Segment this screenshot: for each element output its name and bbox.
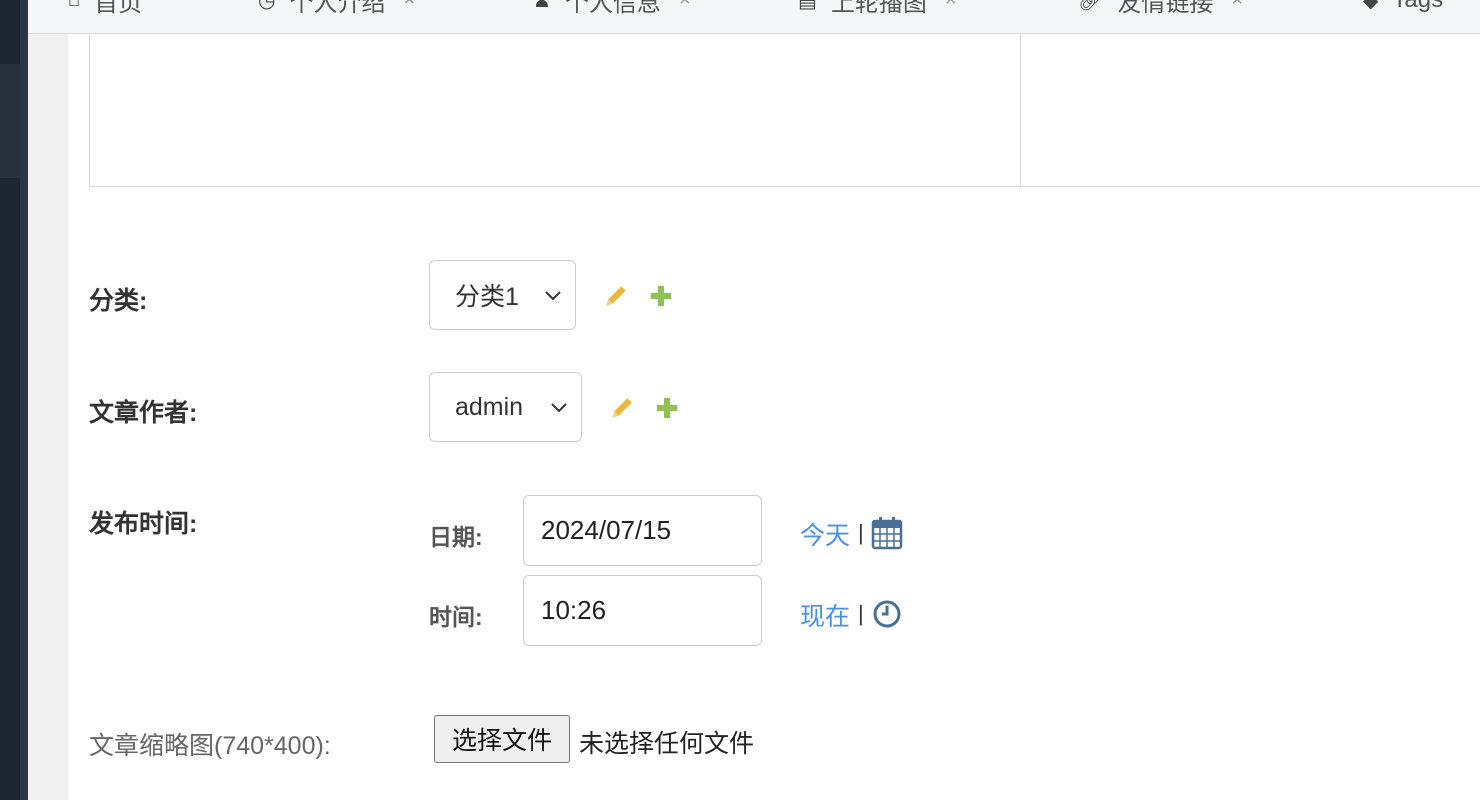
sidebar	[0, 0, 20, 800]
add-category-icon[interactable]	[650, 285, 672, 307]
category-select[interactable]: 分类1	[429, 260, 576, 330]
main-content: 分类: 分类1 文章作者: admin 发布时间: 日期: 2024/07/15…	[68, 34, 1480, 800]
image-icon: ▤	[798, 0, 817, 12]
time-input-value: 10:26	[541, 595, 607, 625]
file-status: 未选择任何文件	[579, 730, 755, 758]
edit-author-icon[interactable]	[609, 395, 635, 421]
editor-divider	[1020, 34, 1021, 186]
rich-text-editor[interactable]	[89, 34, 1480, 187]
sidebar-active-item[interactable]	[0, 64, 20, 178]
tab-label: 个人介绍	[289, 0, 386, 17]
separator: |	[858, 601, 864, 626]
chevron-down-icon	[545, 291, 561, 301]
clock-icon: ◷	[258, 0, 276, 12]
tab-home[interactable]: ⌂ 首页	[68, 0, 142, 17]
tab-tags[interactable]: ◆ Tags	[1363, 0, 1443, 14]
close-icon[interactable]: ×	[403, 0, 415, 12]
tab-label: 首页	[94, 0, 143, 17]
category-select-value: 分类1	[455, 283, 519, 311]
tab-carousel[interactable]: ▤ 上轮播图 ×	[798, 0, 957, 17]
sidebar-edge	[20, 0, 28, 800]
close-icon[interactable]: ×	[679, 0, 691, 12]
calendar-icon[interactable]	[871, 516, 903, 550]
close-icon[interactable]: ×	[945, 0, 957, 12]
tab-links[interactable]: 🔗︎ 友情链接 ×	[1078, 0, 1243, 17]
date-input[interactable]: 2024/07/15	[523, 495, 762, 566]
author-label: 文章作者:	[89, 399, 198, 427]
content-gutter	[28, 0, 68, 800]
choose-file-button[interactable]: 选择文件	[434, 715, 570, 763]
home-icon: ⌂	[68, 0, 80, 12]
thumbnail-label: 文章缩略图(740*400):	[89, 732, 331, 760]
tab-label: 个人信息	[564, 0, 661, 17]
tab-profile[interactable]: ♟ 个人信息 ×	[533, 0, 691, 17]
category-label: 分类:	[89, 287, 148, 315]
date-label: 日期:	[429, 524, 483, 550]
time-label: 时间:	[429, 604, 483, 630]
tab-label: 上轮播图	[830, 0, 927, 17]
tab-label: Tags	[1392, 0, 1443, 14]
tags-icon: ◆	[1363, 0, 1379, 12]
tab-label: 友情链接	[1117, 0, 1214, 17]
tab-bar: ⌂ 首页 ◷ 个人介绍 × ♟ 个人信息 × ▤ 上轮播图 × 🔗︎ 友情链接 …	[28, 0, 1480, 34]
separator: |	[858, 520, 864, 545]
author-select-value: admin	[455, 392, 524, 421]
author-select[interactable]: admin	[429, 372, 582, 442]
now-link[interactable]: 现在	[800, 597, 850, 633]
user-icon: ♟	[533, 0, 551, 12]
date-input-value: 2024/07/15	[541, 515, 672, 545]
time-input[interactable]: 10:26	[523, 575, 762, 646]
add-author-icon[interactable]	[656, 397, 678, 419]
link-icon: 🔗︎	[1078, 0, 1104, 12]
tab-about[interactable]: ◷ 个人介绍 ×	[258, 0, 415, 17]
publish-time-label: 发布时间:	[89, 510, 198, 538]
clock-icon[interactable]	[872, 599, 902, 629]
chevron-down-icon	[551, 403, 567, 413]
today-link[interactable]: 今天	[800, 516, 850, 552]
close-icon[interactable]: ×	[1231, 0, 1243, 12]
edit-category-icon[interactable]	[603, 283, 629, 309]
